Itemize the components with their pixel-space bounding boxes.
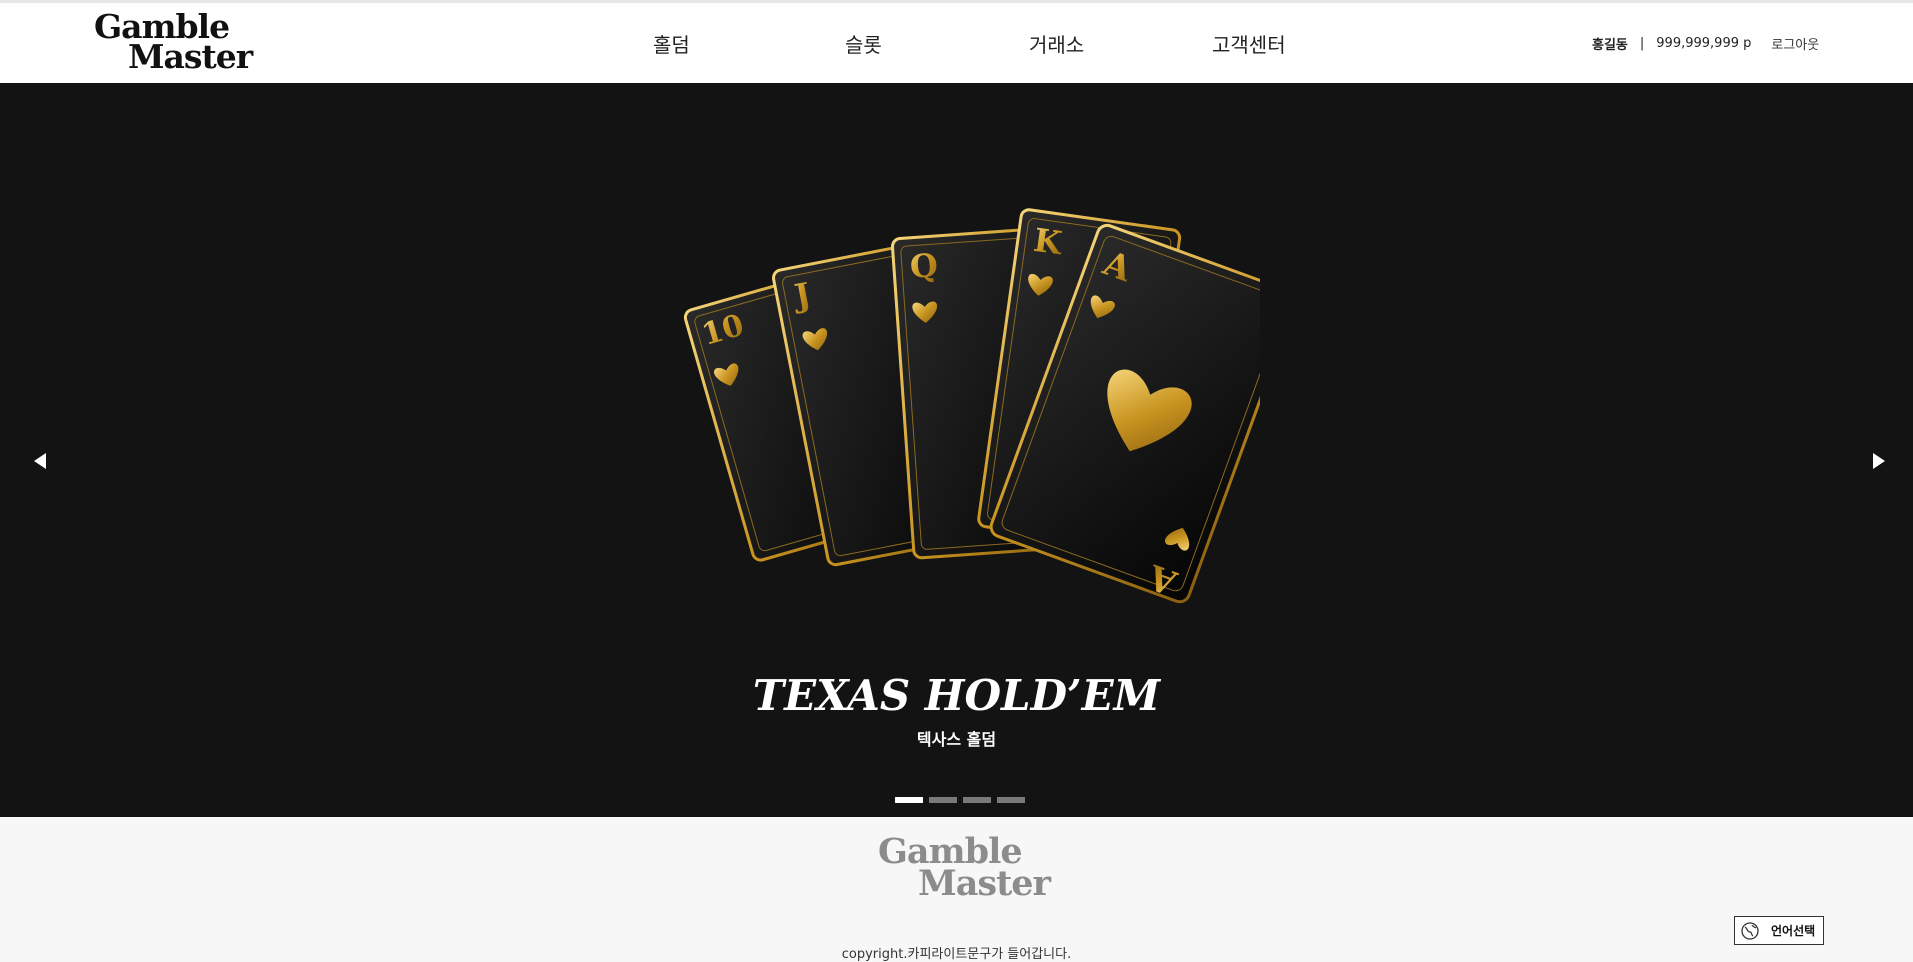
language-select-label: 언어선택 (1771, 924, 1816, 938)
nav-item-slot[interactable]: 슬롯 (845, 29, 882, 58)
site-header: Gamble Master 홀덤 슬롯 거래소 고객센터 홍길동 | 999,9… (0, 3, 1913, 83)
nav-item-customer-center[interactable]: 고객센터 (1212, 29, 1286, 58)
footer-logo: Gamble Master (878, 831, 1051, 911)
site-footer: Gamble Master copyright.카피라이트문구가 들어갑니다. … (0, 817, 1913, 962)
logo-text-master: Master (128, 37, 253, 76)
user-bar: 홍길동 | 999,999,999 p 로그아웃 (1592, 34, 1819, 53)
language-select-button[interactable]: 언어선택 (1734, 916, 1824, 945)
logout-button[interactable]: 로그아웃 (1771, 34, 1819, 53)
hero-subtitle: 텍사스 홀덤 (916, 730, 997, 749)
slide-dot-1[interactable] (895, 797, 923, 803)
slide-dot-4[interactable] (997, 797, 1025, 803)
next-slide-arrow-icon[interactable] (1870, 451, 1888, 471)
slide-dot-3[interactable] (963, 797, 991, 803)
logo[interactable]: Gamble Master (94, 7, 253, 83)
playing-cards-illustration: 10 J Q K A A (683, 208, 1260, 604)
slide-indicators (895, 797, 1031, 803)
nav-item-holdem[interactable]: 홀덤 (653, 29, 690, 58)
user-points: 999,999,999 p (1656, 36, 1752, 51)
globe-icon (1741, 921, 1759, 940)
copyright-text: copyright.카피라이트문구가 들어갑니다. (841, 947, 1072, 962)
user-separator: | (1639, 36, 1645, 51)
hero-title: TEXAS HOLD’EM (752, 671, 1161, 720)
user-name: 홍길동 (1592, 38, 1628, 53)
nav-item-exchange[interactable]: 거래소 (1029, 29, 1084, 58)
footer-logo-text-master: Master (918, 863, 1051, 904)
hero-slider: 10 J Q K A A TEXAS HOLD’EM 텍사스 홀덤 (0, 83, 1913, 817)
slide-dot-2[interactable] (929, 797, 957, 803)
svg-text:Q: Q (909, 246, 939, 286)
prev-slide-arrow-icon[interactable] (31, 451, 49, 471)
